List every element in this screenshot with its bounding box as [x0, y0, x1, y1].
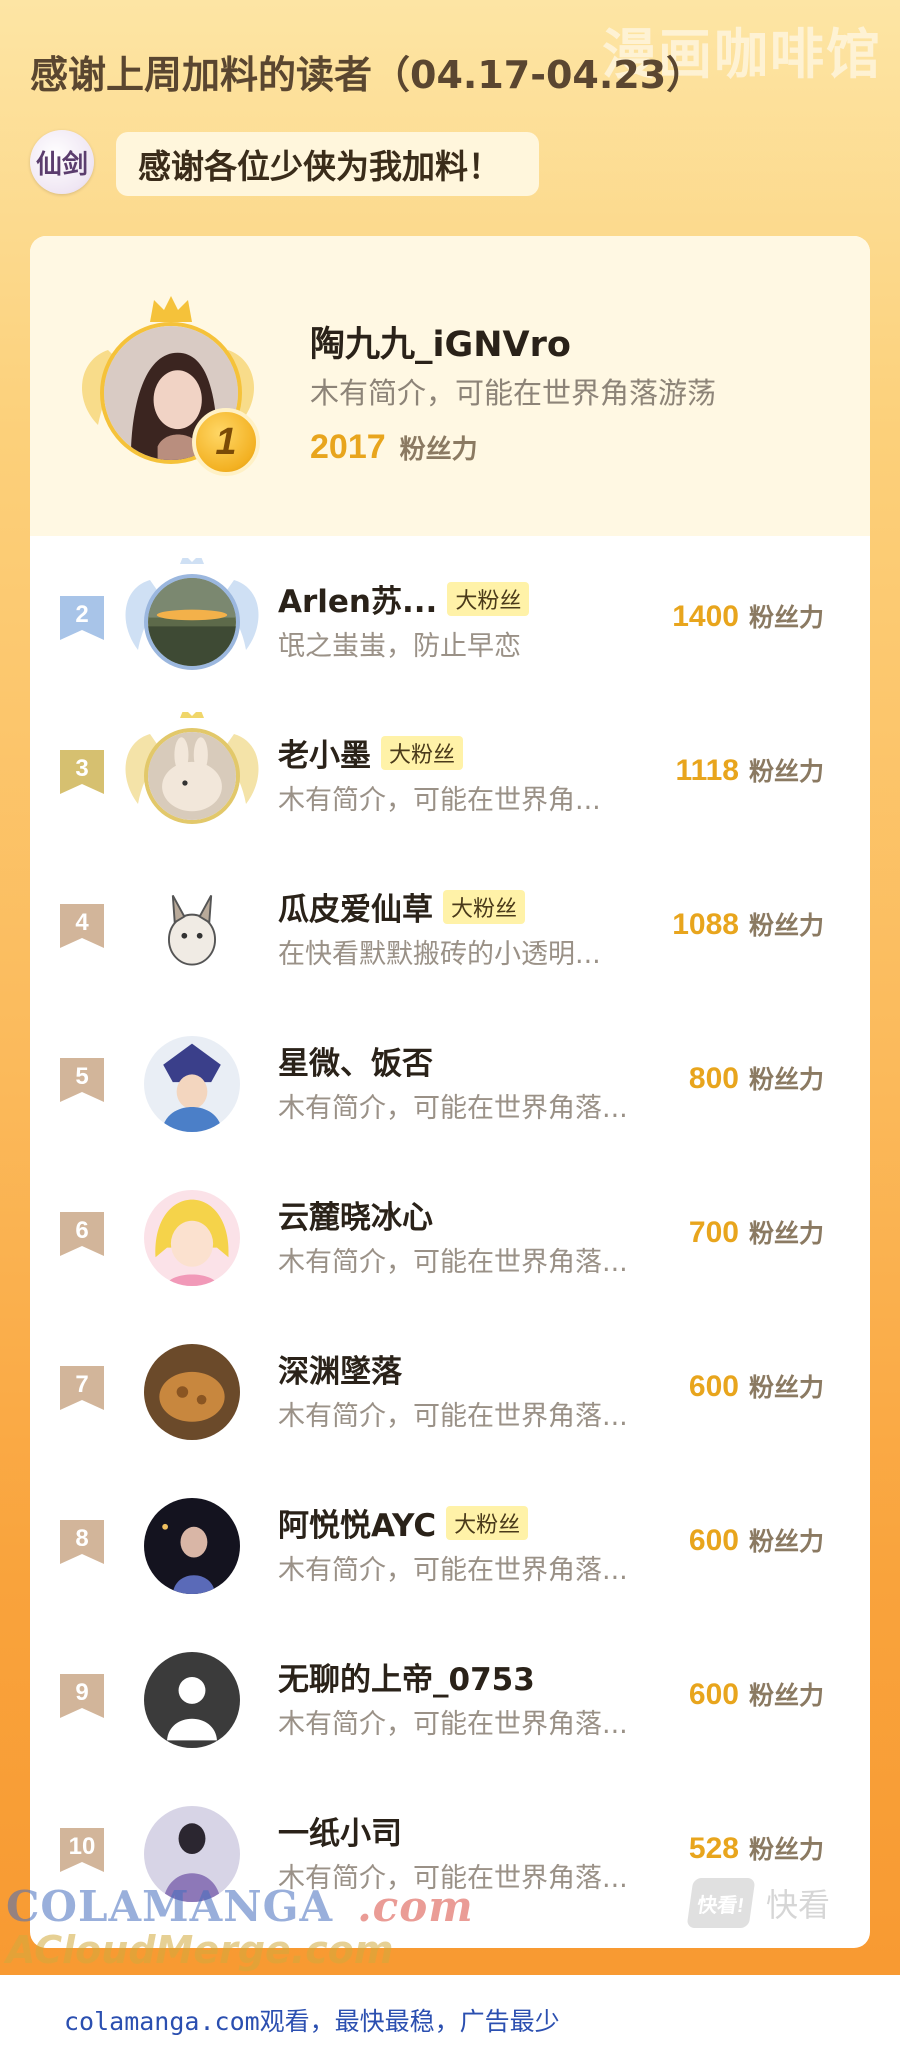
reader-intro: 木有简介，可能在世界角落...: [278, 1709, 628, 1740]
page-title: 感谢上周加料的读者（04.17-04.23）: [30, 53, 705, 97]
avatar[interactable]: [144, 1498, 240, 1594]
reader-name: 老小墨 大粉丝: [278, 730, 464, 775]
big-fan-badge: 大粉丝: [443, 889, 526, 924]
rank-tag: 10: [60, 1828, 104, 1872]
ranking-card: 1 陶九九_iGNVro 木有简介，可能在世界角落游荡 2017 粉丝力 2 A…: [30, 236, 870, 1948]
reader-intro: 氓之蚩蚩，防止早恋: [278, 631, 521, 662]
reader-name: 阿悦悦AYC 大粉丝: [278, 1500, 529, 1545]
top-reader-score: 2017 粉丝力: [310, 428, 478, 466]
avatar[interactable]: [144, 1344, 240, 1440]
reader-score: 1118 粉丝力: [675, 754, 824, 787]
list-item[interactable]: 3 老小墨 大粉丝 木有简介，可能在世界角... 1118 粉丝力: [30, 690, 870, 844]
rank-1-badge: 1: [192, 408, 260, 476]
rank-tag: 3: [60, 750, 104, 794]
rank-tag: 8: [60, 1520, 104, 1564]
poster-background: 漫画咖啡馆 感谢上周加料的读者（04.17-04.23） 仙剑 感谢各位少侠为我…: [0, 0, 900, 1975]
reader-intro: 木有简介，可能在世界角落...: [278, 1555, 628, 1586]
top-reader-intro: 木有简介，可能在世界角落游荡: [310, 376, 717, 410]
list-item[interactable]: 9 无聊的上帝_0753 木有简介，可能在世界角落... 600 粉丝力: [30, 1614, 870, 1768]
list-item[interactable]: 4 瓜皮爱仙草 大粉丝 在快看默默搬砖的小透明... 1088 粉丝力: [30, 844, 870, 998]
reader-score: 528 粉丝力: [688, 1832, 824, 1865]
list-item[interactable]: 8 阿悦悦AYC 大粉丝 木有简介，可能在世界角落... 600 粉丝力: [30, 1460, 870, 1614]
rank-tag: 4: [60, 904, 104, 948]
reader-score: 600 粉丝力: [688, 1524, 824, 1557]
reader-intro: 木有简介，可能在世界角落...: [278, 1247, 628, 1278]
big-fan-badge: 大粉丝: [447, 581, 530, 616]
list-item[interactable]: 6 云麓晓冰心 木有简介，可能在世界角落... 700 粉丝力: [30, 1152, 870, 1306]
big-fan-badge: 大粉丝: [446, 1505, 529, 1540]
reader-intro: 木有简介，可能在世界角落...: [278, 1401, 628, 1432]
reader-name: 无聊的上帝_0753: [278, 1662, 535, 1698]
rank-tag: 5: [60, 1058, 104, 1102]
avatar[interactable]: [144, 882, 240, 978]
list-item[interactable]: 5 星微、饭否 木有简介，可能在世界角落... 800 粉丝力: [30, 998, 870, 1152]
big-fan-badge: 大粉丝: [381, 735, 464, 770]
avatar[interactable]: [144, 728, 240, 824]
default-avatar-icon[interactable]: [144, 1652, 240, 1748]
avatar[interactable]: [144, 1036, 240, 1132]
reader-score: 600 粉丝力: [688, 1370, 824, 1403]
colamanga-watermark: COLAMANGA .com: [6, 1882, 474, 1931]
crown-icon: [150, 296, 192, 322]
reader-name: 星微、饭否: [278, 1046, 433, 1082]
reader-score: 1400 粉丝力: [672, 600, 824, 633]
reader-score: 600 粉丝力: [688, 1678, 824, 1711]
rank-tag: 6: [60, 1212, 104, 1256]
top-reader-name[interactable]: 陶九九_iGNVro: [310, 316, 571, 367]
reader-score: 700 粉丝力: [688, 1216, 824, 1249]
reader-name: Arlen苏... 大粉丝: [278, 576, 530, 621]
rank-tag: 9: [60, 1674, 104, 1718]
footer-note: colamanga.com观看，最快最稳，广告最少: [64, 2007, 560, 2036]
avatar[interactable]: [144, 574, 240, 670]
acloudmerge-watermark: ACloudMerge.com: [6, 1928, 394, 1972]
reader-intro: 木有简介，可能在世界角...: [278, 785, 601, 816]
reader-name: 瓜皮爱仙草 大粉丝: [278, 884, 526, 929]
top-reader-section[interactable]: 1 陶九九_iGNVro 木有简介，可能在世界角落游荡 2017 粉丝力: [30, 236, 870, 536]
greeting-bubble: 感谢各位少侠为我加料！: [116, 132, 539, 196]
avatar[interactable]: [144, 1190, 240, 1286]
reader-name: 深渊墜落: [278, 1354, 402, 1390]
list-item[interactable]: 2 Arlen苏... 大粉丝 氓之蚩蚩，防止早恋 1400 粉丝力: [30, 536, 870, 690]
reader-intro: 在快看默默搬砖的小透明...: [278, 939, 601, 970]
comic-logo: 仙剑: [30, 130, 94, 194]
list-item[interactable]: 7 深渊墜落 木有简介，可能在世界角落... 600 粉丝力: [30, 1306, 870, 1460]
kuaikan-logo: 快看! 快看: [686, 1878, 830, 1928]
reader-intro: 木有简介，可能在世界角落...: [278, 1093, 628, 1124]
rank-tag: 2: [60, 596, 104, 640]
reader-score: 1088 粉丝力: [672, 908, 824, 941]
reader-score: 800 粉丝力: [688, 1062, 824, 1095]
rank-tag: 7: [60, 1366, 104, 1410]
reader-name: 一纸小司: [278, 1816, 402, 1852]
reader-name: 云麓晓冰心: [278, 1200, 433, 1236]
